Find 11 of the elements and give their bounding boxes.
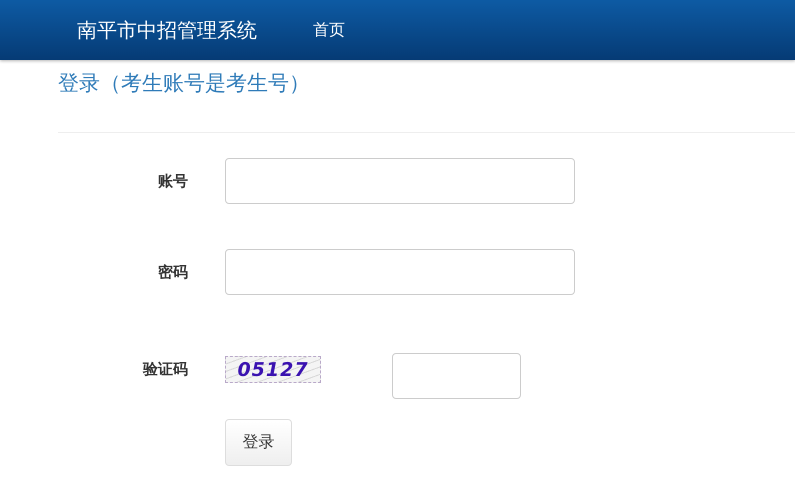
field-label: 账号 <box>157 172 188 190</box>
brand-title[interactable]: 南平市中招管理系统 <box>77 16 257 44</box>
page-heading: 登录（考生账号是考生号） <box>58 70 311 97</box>
field-label: 密码 <box>157 262 188 282</box>
nav-link[interactable]: 首页 <box>313 20 345 40</box>
password-field[interactable] <box>225 249 575 295</box>
captcha-image: 05127 <box>225 356 321 383</box>
captcha-field[interactable] <box>392 353 521 399</box>
field-label: 验证码 <box>142 360 188 379</box>
login-button[interactable]: 登录 <box>225 419 292 466</box>
account-field[interactable] <box>225 158 575 204</box>
